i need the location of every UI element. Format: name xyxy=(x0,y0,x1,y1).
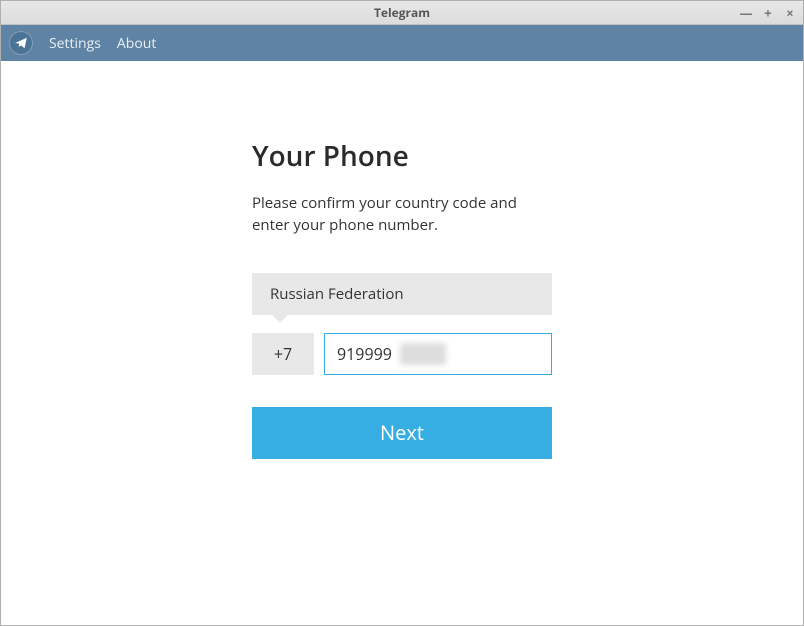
app-window: Telegram — + × Settings About Your Phone… xyxy=(0,0,804,626)
phone-row: +7 xyxy=(252,333,552,375)
country-code-box[interactable]: +7 xyxy=(252,333,314,375)
window-title: Telegram xyxy=(374,4,430,21)
page-subtext: Please confirm your country code and ent… xyxy=(252,193,552,237)
phone-input-wrap xyxy=(324,333,552,375)
telegram-icon[interactable] xyxy=(9,31,33,55)
maximize-icon[interactable]: + xyxy=(761,4,775,22)
next-button[interactable]: Next xyxy=(252,407,552,459)
close-icon[interactable]: × xyxy=(783,4,797,22)
country-code-label: +7 xyxy=(274,343,292,365)
content-area: Your Phone Please confirm your country c… xyxy=(1,61,803,625)
menu-about[interactable]: About xyxy=(117,34,156,53)
minimize-icon[interactable]: — xyxy=(739,4,753,22)
window-controls: — + × xyxy=(739,1,797,25)
page-title: Your Phone xyxy=(252,137,552,175)
menu-bar: Settings About xyxy=(1,25,803,61)
title-bar: Telegram — + × xyxy=(1,1,803,25)
phone-input[interactable] xyxy=(324,333,552,375)
phone-form: Your Phone Please confirm your country c… xyxy=(252,137,552,459)
country-label: Russian Federation xyxy=(270,284,404,304)
menu-settings[interactable]: Settings xyxy=(49,34,101,53)
country-select[interactable]: Russian Federation xyxy=(252,273,552,315)
